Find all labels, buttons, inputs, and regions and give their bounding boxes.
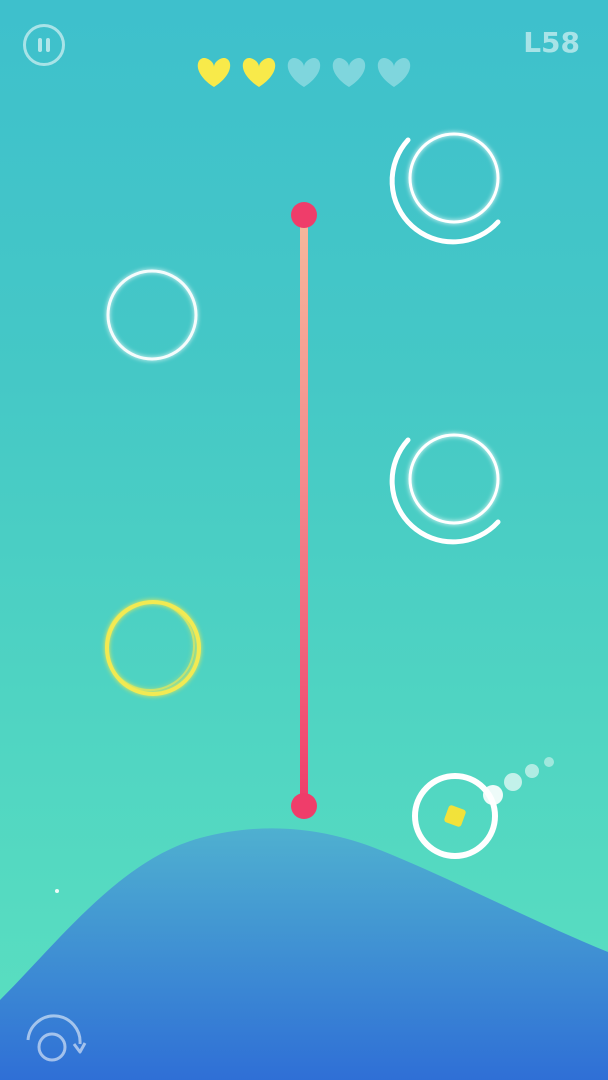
heart-filled-icon	[242, 57, 276, 87]
laser-top-node	[291, 202, 317, 228]
ring-top-right[interactable]	[389, 132, 501, 245]
pause-button[interactable]	[23, 24, 65, 66]
heart-empty-icon	[377, 57, 411, 87]
laser-bottom-node	[291, 793, 317, 819]
game-scene	[0, 132, 608, 1080]
player-ball[interactable]	[412, 757, 554, 859]
pause-icon	[46, 38, 50, 52]
game-stage[interactable]: L58	[0, 0, 608, 1080]
target-ring[interactable]	[105, 600, 201, 696]
ring-middle-right[interactable]	[389, 433, 501, 545]
heart-empty-icon	[287, 57, 321, 87]
sparkle-dot	[55, 889, 59, 893]
ring-top-right-arc	[389, 137, 501, 245]
ring-left[interactable]	[106, 269, 198, 361]
heart-filled-icon	[197, 57, 231, 87]
lives-hearts	[197, 57, 411, 87]
heart-empty-icon	[332, 57, 366, 87]
trail-dot	[544, 757, 554, 767]
hill-terrain	[0, 828, 608, 1080]
laser-barrier	[291, 202, 317, 819]
trail-dot	[525, 764, 539, 778]
restart-icon	[26, 1014, 87, 1062]
pause-icon	[38, 38, 42, 52]
restart-button[interactable]	[18, 1014, 90, 1070]
trail-dot	[504, 773, 522, 791]
ball-core	[444, 805, 466, 827]
level-label: L58	[523, 26, 580, 59]
ring-middle-right-arc	[389, 437, 501, 545]
